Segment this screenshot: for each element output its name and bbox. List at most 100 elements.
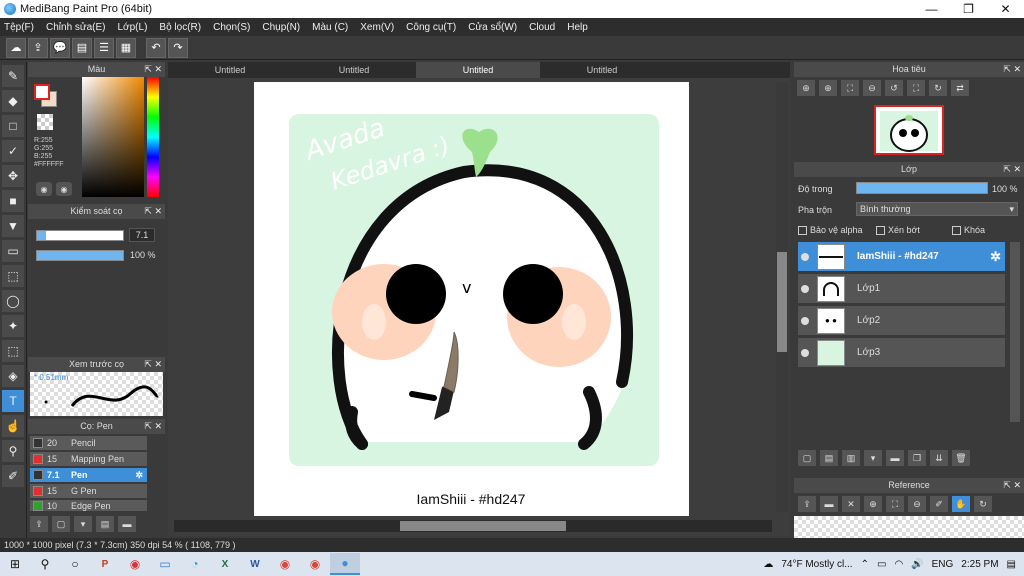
hue-slider[interactable] bbox=[147, 77, 159, 197]
panel-controls-icon[interactable]: ⇱ ✕ bbox=[144, 419, 162, 434]
menu-select[interactable]: Chọn(S) bbox=[213, 22, 250, 33]
hand-tool-icon[interactable]: ✐ bbox=[2, 465, 24, 487]
layers-scrollbar[interactable] bbox=[1010, 242, 1020, 422]
color-settings-icon[interactable]: ◉ bbox=[56, 182, 72, 196]
zoom-in-icon[interactable]: ⊕ bbox=[797, 80, 815, 96]
fit-icon[interactable]: ⛶ bbox=[886, 496, 904, 512]
menu-filter[interactable]: Bộ lọc(R) bbox=[159, 22, 201, 33]
operation-tool-icon[interactable]: ☝ bbox=[2, 415, 24, 437]
redo-icon[interactable]: ↷ bbox=[168, 37, 188, 58]
menu-snap[interactable]: Chụp(N) bbox=[262, 22, 300, 33]
menu-layer[interactable]: Lớp(L) bbox=[118, 22, 148, 33]
comment-icon[interactable]: 💬 bbox=[50, 37, 70, 58]
computer-icon[interactable]: ▭ bbox=[150, 553, 180, 575]
layer-row[interactable]: Lớp1 bbox=[798, 274, 1005, 304]
brush-opacity-slider[interactable] bbox=[36, 250, 124, 261]
rectangle-tool-icon[interactable]: □ bbox=[2, 115, 24, 137]
select-pen-tool-icon[interactable]: ⬚ bbox=[2, 340, 24, 362]
brush-item[interactable]: 15 G Pen bbox=[30, 484, 147, 499]
brush-item-selected[interactable]: 7.1 Pen ✲ bbox=[30, 468, 147, 483]
brush-size-slider[interactable] bbox=[36, 230, 124, 241]
visibility-eye-icon[interactable] bbox=[801, 284, 809, 293]
zoom-out-icon[interactable]: ⊖ bbox=[908, 496, 926, 512]
drawing-canvas[interactable]: Avada Kedavra :) v IamShiii - #hd247 bbox=[254, 82, 689, 516]
menu-tools[interactable]: Công cụ(T) bbox=[406, 22, 456, 33]
layer-row[interactable]: Lớp3 bbox=[798, 338, 1005, 368]
brush-item[interactable]: 20 Pencil bbox=[30, 436, 147, 451]
windows-start-icon[interactable]: ⊞ bbox=[0, 553, 30, 575]
foreground-color-swatch[interactable] bbox=[34, 84, 50, 100]
canvas-tab[interactable]: Untitled bbox=[292, 62, 416, 78]
layer-opacity-slider[interactable] bbox=[856, 182, 988, 194]
upload-icon[interactable]: ⇪ bbox=[28, 37, 48, 58]
brush-settings-gear-icon[interactable]: ✲ bbox=[135, 470, 143, 481]
move-tool-icon[interactable]: ✥ bbox=[2, 165, 24, 187]
task-view-icon[interactable]: ○ bbox=[60, 553, 90, 575]
saturation-value-picker[interactable] bbox=[82, 77, 144, 197]
word-icon[interactable]: W bbox=[240, 553, 270, 575]
zoom-in-icon[interactable]: ⊕ bbox=[864, 496, 882, 512]
chrome-icon[interactable]: ◉ bbox=[270, 553, 300, 575]
undo-icon[interactable]: ↶ bbox=[146, 37, 166, 58]
flip-icon[interactable]: ⇄ bbox=[951, 80, 969, 96]
protect-alpha-checkbox[interactable]: Bảo vệ alpha bbox=[798, 225, 863, 236]
list-icon[interactable]: ☰ bbox=[94, 37, 114, 58]
navigator-thumbnail[interactable] bbox=[874, 105, 944, 155]
eyedropper-tool-icon[interactable]: ⚲ bbox=[2, 440, 24, 462]
excel-icon[interactable]: X bbox=[210, 553, 240, 575]
layer-row[interactable]: ● ● Lớp2 bbox=[798, 306, 1005, 336]
medibang-taskbar-icon[interactable]: ● bbox=[330, 553, 360, 575]
new-brush-icon[interactable]: ▢ bbox=[52, 516, 70, 532]
tray-expand-icon[interactable]: ⌃ bbox=[861, 559, 869, 570]
wifi-icon[interactable]: ◠ bbox=[894, 559, 903, 570]
palette-icon[interactable]: ◉ bbox=[36, 182, 52, 196]
clock[interactable]: 2:25 PM bbox=[961, 559, 998, 570]
bucket-tool-icon[interactable]: ▼ bbox=[2, 215, 24, 237]
canvas-horizontal-scrollbar[interactable] bbox=[174, 520, 772, 532]
new-layer-icon[interactable]: ▢ bbox=[798, 450, 816, 466]
brush-size-value[interactable]: 7.1 bbox=[129, 228, 155, 242]
scrollbar-thumb[interactable] bbox=[400, 521, 566, 531]
brush-item[interactable]: 15 Mapping Pen bbox=[30, 452, 147, 467]
fit-icon[interactable]: ⛶ bbox=[841, 80, 859, 96]
language-indicator[interactable]: ENG bbox=[932, 559, 954, 570]
canvas-vertical-scrollbar[interactable] bbox=[776, 82, 788, 512]
select-rect-tool-icon[interactable]: ⬚ bbox=[2, 265, 24, 287]
scrollbar-thumb[interactable] bbox=[777, 252, 787, 352]
menu-view[interactable]: Xem(V) bbox=[360, 22, 394, 33]
canvas-area[interactable]: Avada Kedavra :) v IamShiii - #hd247 bbox=[168, 78, 790, 536]
menu-color[interactable]: Màu (C) bbox=[312, 22, 348, 33]
menu-edit[interactable]: Chỉnh sửa(E) bbox=[46, 22, 106, 33]
visibility-eye-icon[interactable] bbox=[801, 316, 809, 325]
eyedropper-icon[interactable]: ✐ bbox=[930, 496, 948, 512]
weather-text[interactable]: 74°F Mostly cl... bbox=[781, 559, 852, 570]
rotate-left-icon[interactable]: ↺ bbox=[885, 80, 903, 96]
message-icon[interactable]: ▤ bbox=[72, 37, 92, 58]
powerpoint-icon[interactable]: P bbox=[90, 553, 120, 575]
delete-layer-icon[interactable]: 🗑 bbox=[952, 450, 970, 466]
panel-controls-icon[interactable]: ⇱ ✕ bbox=[144, 204, 162, 219]
close-reference-icon[interactable]: ✕ bbox=[842, 496, 860, 512]
panel-controls-icon[interactable]: ⇱ ✕ bbox=[144, 62, 162, 77]
check-tool-icon[interactable]: ✓ bbox=[2, 140, 24, 162]
edge-icon[interactable]: ◔ bbox=[180, 553, 210, 575]
search-icon[interactable]: ⚲ bbox=[30, 553, 60, 575]
close-button[interactable]: ✕ bbox=[987, 0, 1024, 18]
panel-controls-icon[interactable]: ⇱ ✕ bbox=[1003, 162, 1021, 177]
select-eraser-tool-icon[interactable]: ◈ bbox=[2, 365, 24, 387]
menu-help[interactable]: Help bbox=[567, 22, 588, 33]
hand-icon[interactable]: ✋ bbox=[952, 496, 970, 512]
new-layer-8bit-icon[interactable]: ▤ bbox=[820, 450, 838, 466]
canvas-tab[interactable]: Untitled bbox=[540, 62, 664, 78]
eraser-tool-icon[interactable]: ◆ bbox=[2, 90, 24, 112]
duplicate-layer-icon[interactable]: ❐ bbox=[908, 450, 926, 466]
clipping-checkbox[interactable]: Xén bớt bbox=[876, 225, 920, 236]
add-brush-menu-icon[interactable]: ▾ bbox=[74, 516, 92, 532]
layer-folder-icon[interactable]: ▬ bbox=[886, 450, 904, 466]
visibility-eye-icon[interactable] bbox=[801, 252, 809, 261]
add-brush-cloud-icon[interactable]: ⇪ bbox=[30, 516, 48, 532]
grid-icon[interactable]: ▦ bbox=[116, 37, 136, 58]
upload-reference-icon[interactable]: ⇪ bbox=[798, 496, 816, 512]
blend-mode-select[interactable]: Bình thường ▾ bbox=[856, 202, 1018, 216]
rotate-icon[interactable]: ↻ bbox=[974, 496, 992, 512]
